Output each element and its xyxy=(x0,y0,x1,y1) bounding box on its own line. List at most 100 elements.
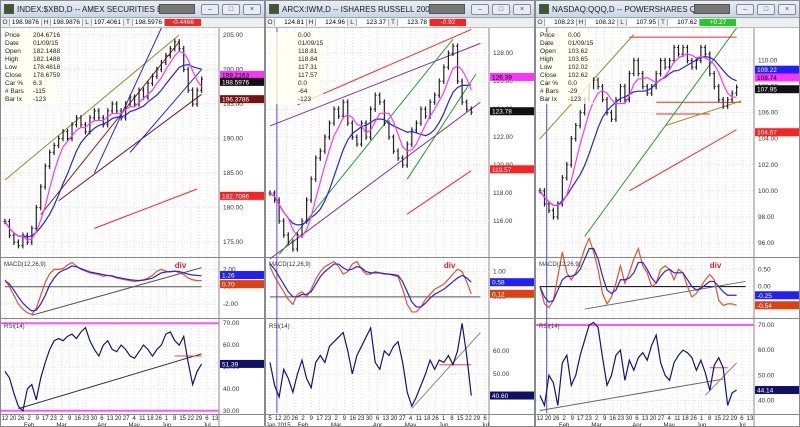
ohlc-l-label: L xyxy=(348,19,357,26)
data-window-row: -123 xyxy=(270,96,323,104)
date-tick-label: 16 xyxy=(349,416,356,422)
data-window-row: -64 xyxy=(270,88,323,96)
maximize-button[interactable]: □ xyxy=(222,3,240,15)
date-tick-label: 13 xyxy=(212,416,219,422)
data-window-label: Close xyxy=(5,72,22,79)
date-tick-label: 6 xyxy=(740,416,744,422)
title-bar: ARCX:IWM,D -- ISHARES RUSSELL 2000 ETF –□… xyxy=(266,1,534,18)
month-label: Mar xyxy=(591,423,601,427)
data-window-label xyxy=(270,40,298,48)
close-button[interactable]: × xyxy=(243,3,261,15)
data-window-label: Date xyxy=(5,40,19,47)
mini-toolbar-button[interactable] xyxy=(159,4,195,14)
ohlc-c-label: T xyxy=(659,19,668,26)
maximize-button[interactable]: □ xyxy=(757,3,775,15)
value-tag-label: 104.67 xyxy=(757,130,777,137)
data-window-label xyxy=(270,96,298,104)
date-tick-label: 6 xyxy=(205,416,209,422)
data-window-value: 117.57 xyxy=(298,72,318,79)
date-tick-label: 26 xyxy=(553,416,560,422)
date-tick-label: 4 xyxy=(133,416,137,422)
ohlc-h-value: 198.9876 xyxy=(51,19,83,26)
date-tick-label: 22 xyxy=(722,416,729,422)
date-tick-label: 17 xyxy=(316,416,323,422)
rsi-tick-label: 50.00 xyxy=(758,372,775,379)
price-tick-label: 118.00 xyxy=(493,190,513,197)
date-tick-label: 9 xyxy=(36,416,40,422)
change-value: -0.4466 xyxy=(165,19,201,26)
data-window-value: 0.00 xyxy=(568,32,581,39)
price-tick-label: 128.00 xyxy=(493,50,513,57)
data-window-label: Bar Ix xyxy=(5,96,22,103)
minimize-button[interactable]: – xyxy=(201,3,219,15)
date-tick-label: 23 xyxy=(617,416,624,422)
month-label: Feb xyxy=(298,423,309,427)
data-window-row: Bar Ix -123 xyxy=(5,96,60,104)
minimize-button[interactable]: – xyxy=(736,3,754,15)
date-tick-label: 17 xyxy=(577,416,584,422)
date-tick-label: 26 xyxy=(690,416,697,422)
date-tick-label: 18 xyxy=(682,416,689,422)
chart-window-qqq[interactable]: NASDAQ:QQQ,D -- POWERSHARES QQQ TRUST –□×… xyxy=(535,0,800,427)
date-tick-label: 20 xyxy=(545,416,552,422)
data-window-row: # Bars -29 xyxy=(540,88,593,96)
value-tag-label: 108.74 xyxy=(757,75,777,82)
month-label: Jul xyxy=(738,423,746,427)
minimize-button[interactable]: – xyxy=(471,3,489,15)
month-label: May xyxy=(129,423,140,427)
data-window-row: Price 204.6716 xyxy=(5,32,60,40)
ohlc-c-label: T xyxy=(389,19,398,26)
data-window-row: Bar Ix -123 xyxy=(540,96,593,104)
month-label: Mar xyxy=(331,423,341,427)
chart-window-iwm[interactable]: ARCX:IWM,D -- ISHARES RUSSELL 2000 ETF –□… xyxy=(265,0,535,427)
data-window-label: Date xyxy=(540,40,554,47)
data-window-label: High xyxy=(540,56,554,63)
close-button[interactable]: × xyxy=(513,3,531,15)
value-tag-label: 1.26 xyxy=(222,273,235,280)
date-tick-label: 13 xyxy=(747,416,754,422)
window-title: NASDAQ:QQQ,D -- POWERSHARES QQQ TRUST xyxy=(552,4,694,14)
value-tag-label: 51.39 xyxy=(222,361,239,368)
rsi-tick-label: 40.00 xyxy=(758,397,775,404)
data-window-label: Bar Ix xyxy=(540,96,557,103)
chart-window-xbd[interactable]: INDEX:$XBD,D -- AMEX SECURITIES BROKER/D… xyxy=(0,0,265,427)
ohlc-o-value: 108.23 xyxy=(545,19,577,26)
date-tick-label: 13 xyxy=(642,416,649,422)
date-tick-label: 13 xyxy=(382,416,389,422)
data-window-row: Price 0.00 xyxy=(540,32,593,40)
ohlc-o-value: 198.9876 xyxy=(10,19,42,26)
date-tick-label: 23 xyxy=(50,416,57,422)
data-window-value: 117.31 xyxy=(298,64,318,71)
data-window-label: # Bars xyxy=(540,88,559,95)
date-tick-label: 6 xyxy=(376,416,380,422)
date-tick-label: 1 xyxy=(700,416,704,422)
price-tick-label: 98.00 xyxy=(758,214,775,221)
data-window-label xyxy=(270,72,298,80)
month-label: Jun xyxy=(162,423,172,427)
ohlc-l-value: 123.37 xyxy=(357,19,389,26)
date-tick-label: 29 xyxy=(731,416,738,422)
data-window-row: Date 01/09/15 xyxy=(5,40,60,48)
price-tick-label: 175.00 xyxy=(223,239,243,246)
data-window-label xyxy=(270,88,298,96)
value-tag-label: 126.39 xyxy=(492,74,512,81)
date-tick-label: 8 xyxy=(450,416,454,422)
macd-tick-label: -2.00 xyxy=(223,301,238,308)
date-tick-label: 16 xyxy=(609,416,616,422)
data-window-value: 118.81 xyxy=(298,48,318,55)
ohlc-h-label: H xyxy=(42,19,51,26)
mini-toolbar-button[interactable] xyxy=(429,4,465,14)
ohlc-o-label: O xyxy=(536,19,545,26)
maximize-button[interactable]: □ xyxy=(492,3,510,15)
mini-toolbar-button[interactable] xyxy=(694,4,730,14)
date-tick-label: 18 xyxy=(424,416,431,422)
date-tick-label: 26 xyxy=(155,416,162,422)
date-tick-label: 2 xyxy=(595,416,599,422)
month-label: May xyxy=(664,423,675,427)
close-button[interactable]: × xyxy=(778,3,796,15)
data-window-value: 102.62 xyxy=(568,72,588,79)
divergence-label: div xyxy=(444,261,456,270)
price-tick-label: 100.00 xyxy=(758,188,778,195)
price-tick-label: 122.00 xyxy=(493,134,513,141)
date-tick-label: 9 xyxy=(310,416,314,422)
